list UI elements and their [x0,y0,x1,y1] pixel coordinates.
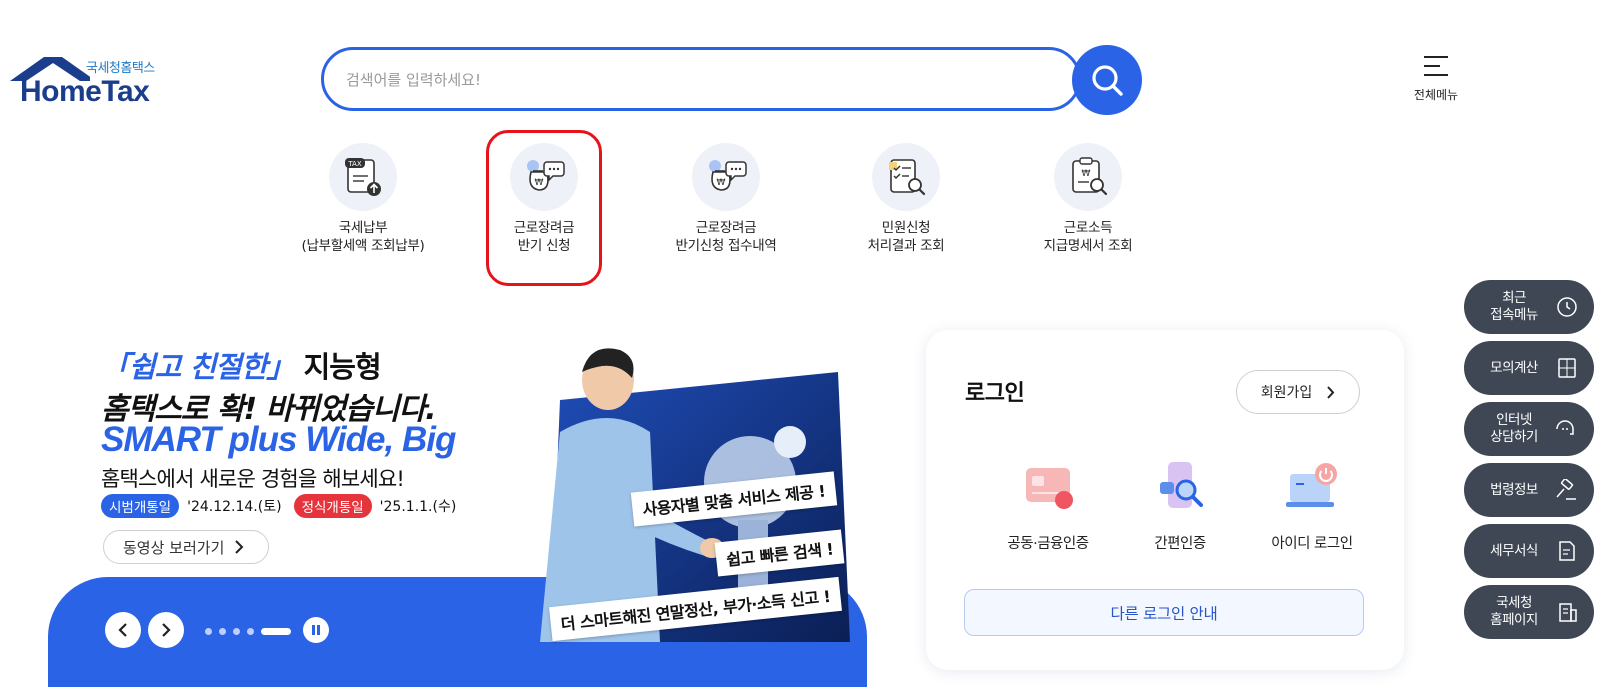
quick-label-3b: 반기신청 접수내역 [675,238,777,254]
svg-text:₩: ₩ [717,178,726,188]
banner-pagination [205,628,298,635]
chevron-right-icon [235,540,244,554]
quick-label-3a: 근로장려금 [695,220,757,236]
chevron-left-icon [118,623,127,637]
side-nts-homepage[interactable]: 국세청 홈페이지 [1464,585,1594,639]
quick-label-5a: 근로소득 [1063,220,1113,236]
hamburger-icon [1424,56,1448,76]
slide-dot-5-active[interactable] [261,628,291,635]
laptop-power-icon [1286,463,1337,507]
hometax-logo[interactable]: 국세청홈택스 HomeTax [10,55,170,108]
slide-dot-3[interactable] [233,628,240,635]
simple-auth-login[interactable]: 간편인증 [1115,460,1245,553]
banner-next-button[interactable] [148,612,184,648]
login-panel: 로그인 회원가입 공동·금융인증 간편인증 아이디 로그인 다른 로그인 안내 [926,330,1404,670]
search-bar [321,47,1081,111]
logo-subtitle: 국세청홈택스 [86,61,155,76]
side-recent-menu[interactable]: 최근 접속메뉴 [1464,280,1594,334]
side-consult-label: 인터넷 상담하기 [1490,412,1538,445]
banner-prev-button[interactable] [105,612,141,648]
official-badge: 정식개통일 [293,494,372,518]
income-statement-icon: ₩ [1054,143,1122,211]
quick-tax-payment[interactable]: TAX 국세납부 (납부할세액 조회납부) [273,143,453,255]
phone-search-icon [1160,462,1203,508]
banner-visual: 사용자별 맞춤 서비스 제공 ! 쉽고 빠른 검색 ! 더 스마트해진 연말정산… [520,342,870,642]
search-input[interactable] [344,64,1008,96]
banner-pause-button[interactable] [303,617,329,643]
document-icon [1559,541,1575,561]
side-tax-forms[interactable]: 세무서식 [1464,524,1594,578]
signup-label: 회원가입 [1260,385,1313,401]
launch-dates: 시범개통일 '24.12.14.(토) 정식개통일 '25.1.1.(수) [101,494,468,518]
tax-payment-icon: TAX [329,143,397,211]
certificate-login-label: 공동·금융인증 [1007,536,1089,552]
quick-label-1a: 국세납부 [338,220,388,236]
id-login-label: 아이디 로그인 [1271,536,1353,552]
simple-auth-label: 간편인증 [1154,536,1206,552]
chevron-right-icon [162,623,171,637]
id-login[interactable]: 아이디 로그인 [1247,460,1377,553]
civil-result-icon [872,143,940,211]
quick-label-4b: 처리결과 조회 [867,238,945,254]
search-icon [1092,65,1123,96]
banner-headline-3: SMART plus Wide, Big [101,420,456,459]
certificate-login[interactable]: 공동·금융인증 [983,460,1113,553]
quick-incentive-receipt[interactable]: ₩ 근로장려금반기신청 접수내역 [636,143,816,255]
incentive-receipt-icon: ₩ [692,143,760,211]
banner-headline-1: 「쉽고 친절한」 지능형 [101,350,382,384]
quick-label-4a: 민원신청 [881,220,931,236]
chevron-right-icon [1327,385,1335,399]
clock-icon [1557,297,1577,317]
search-button[interactable] [1072,45,1142,115]
all-menu-button[interactable]: 전체메뉴 [1396,56,1476,103]
other-login-guide-button[interactable]: 다른 로그인 안내 [964,589,1364,636]
quick-civil-result[interactable]: 민원신청처리결과 조회 [816,143,996,255]
pilot-date: '24.12.14.(토) [187,499,282,515]
calculator-icon [1558,358,1576,378]
pilot-badge: 시범개통일 [101,494,180,518]
quick-label-1b: (납부할세액 조회납부) [301,238,425,254]
watch-video-label: 동영상 보러가기 [123,538,225,557]
quick-income-statement[interactable]: ₩ 근로소득지급명세서 조회 [998,143,1178,255]
login-title: 로그인 [965,381,1025,406]
side-internet-consult[interactable]: 인터넷 상담하기 [1464,402,1594,456]
side-mock-calc-label: 모의계산 [1490,359,1538,376]
side-nts-label: 국세청 홈페이지 [1490,595,1538,628]
banner-subtext: 홈택스에서 새로운 경험을 해보세요! [101,467,405,491]
side-recent-label: 최근 접속메뉴 [1490,290,1538,323]
building-icon [1559,603,1577,622]
official-date: '25.1.1.(수) [379,499,457,515]
slide-dot-2[interactable] [219,628,226,635]
side-mock-calc[interactable]: 모의계산 [1464,341,1594,395]
gavel-icon [1556,479,1576,500]
pause-icon [312,625,320,635]
signup-button[interactable]: 회원가입 [1236,370,1360,414]
watch-video-button[interactable]: 동영상 보러가기 [103,530,269,564]
slide-dot-4[interactable] [247,628,254,635]
side-law-label: 법령정보 [1490,481,1538,498]
quick-label-5b: 지급명세서 조회 [1043,238,1133,254]
certificate-card-icon [1026,468,1073,509]
logo-title: HomeTax [20,75,150,108]
svg-text:TAX: TAX [347,160,362,168]
slide-dot-1[interactable] [205,628,212,635]
highlight-outline [486,130,602,286]
chat-icon [1556,420,1574,435]
svg-text:₩: ₩ [1082,169,1091,179]
side-tax-forms-label: 세무서식 [1490,542,1538,559]
all-menu-label: 전체메뉴 [1413,88,1459,102]
side-law-info[interactable]: 법령정보 [1464,463,1594,517]
